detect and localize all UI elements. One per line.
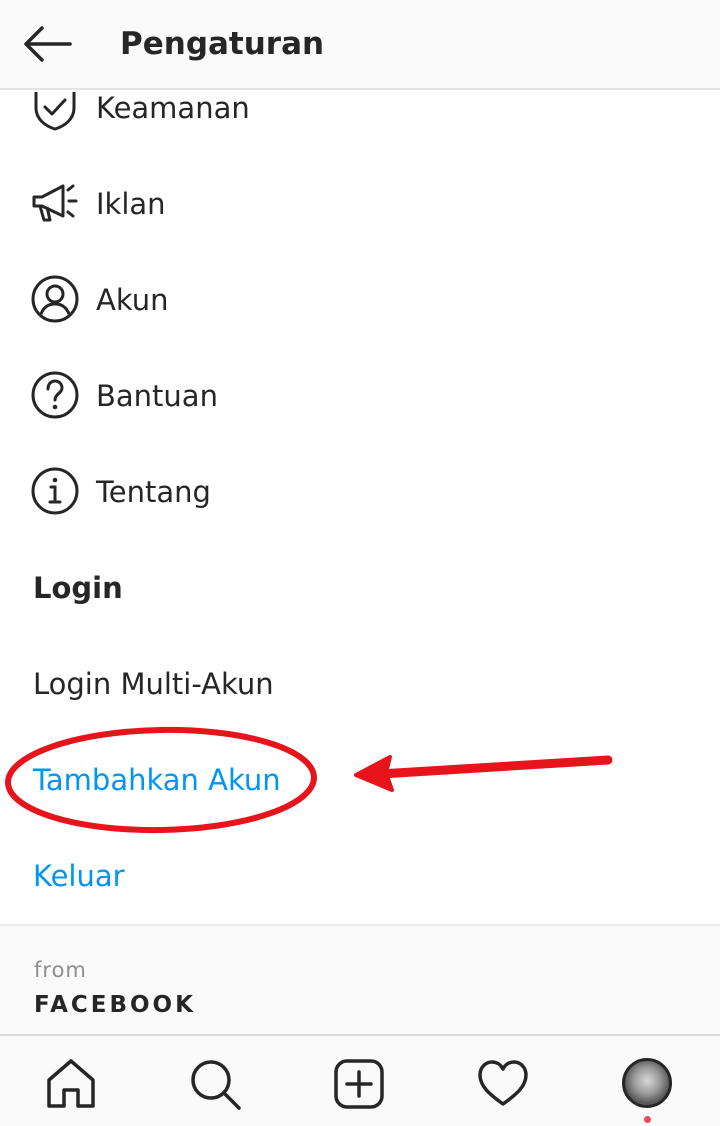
menu-label: Keamanan [96,92,250,125]
bottom-navigation [0,1034,720,1126]
megaphone-icon [32,184,78,222]
menu-label: Iklan [96,187,166,221]
activity-heart-icon [478,1060,528,1106]
menu-label: Bantuan [96,379,218,413]
login-multi-account-link[interactable]: Login Multi-Akun [33,664,274,704]
facebook-logo-text: FACEBOOK [34,992,196,1018]
menu-label: Akun [96,283,169,317]
nav-new-post-button[interactable] [331,1056,387,1112]
meta-footer: from FACEBOOK [0,924,720,1034]
shield-check-icon [34,92,76,131]
account-circle-icon [31,275,79,323]
login-section-title: Login [33,571,123,605]
logout-link[interactable]: Keluar [33,856,125,896]
menu-item-about[interactable]: Tentang [0,444,720,540]
add-account-link[interactable]: Tambahkan Akun [33,760,281,800]
back-button[interactable] [18,20,78,68]
menu-item-security[interactable]: Keamanan [0,92,720,156]
profile-avatar[interactable] [622,1058,672,1108]
search-icon [191,1060,241,1110]
from-label: from [34,958,87,982]
page-title: Pengaturan [120,26,325,62]
menu-label: Tentang [96,475,211,509]
nav-search-button[interactable] [187,1056,243,1112]
info-circle-icon [31,467,79,515]
top-bar: Pengaturan [0,0,720,90]
notification-dot [644,1116,651,1123]
nav-home-button[interactable] [43,1056,99,1112]
menu-item-help[interactable]: Bantuan [0,348,720,444]
settings-list: Keamanan Iklan Akun Bantuan Tentang Logi… [0,92,720,922]
home-icon [47,1059,95,1108]
menu-item-account[interactable]: Akun [0,252,720,348]
new-post-icon [334,1059,384,1109]
nav-activity-button[interactable] [475,1056,531,1112]
help-circle-icon [31,371,79,419]
back-arrow-icon [24,26,72,62]
menu-item-ads[interactable]: Iklan [0,156,720,252]
